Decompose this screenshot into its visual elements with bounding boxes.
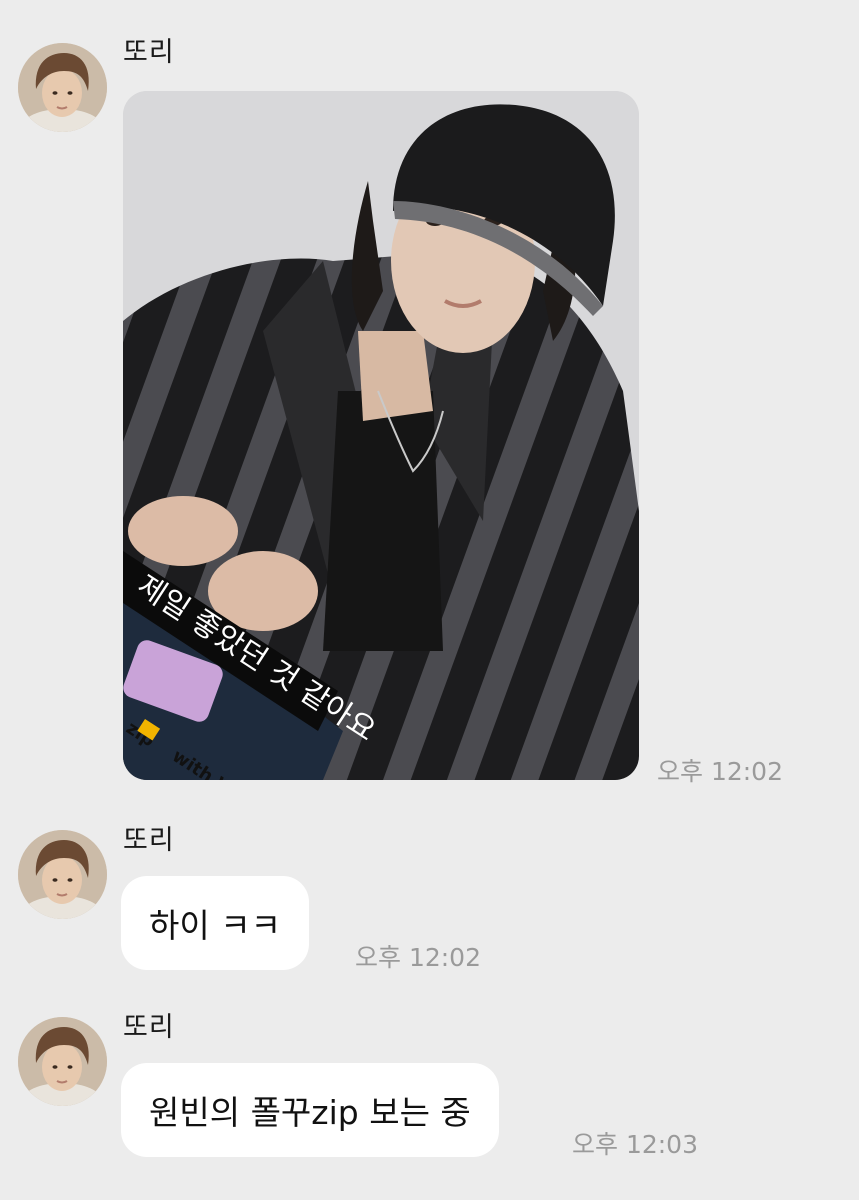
sender-name: 또리 — [123, 1012, 175, 1043]
sender-avatar[interactable] — [18, 43, 107, 132]
message-bubble[interactable]: 하이 ㅋㅋ — [121, 876, 309, 970]
sender-avatar[interactable] — [18, 1017, 107, 1106]
avatar-image — [18, 830, 107, 919]
message-text: 원빈의 폴꾸zip 보는 중 — [149, 1093, 471, 1132]
sender-avatar[interactable] — [18, 830, 107, 919]
sender-name: 또리 — [123, 825, 175, 856]
avatar-image — [18, 1017, 107, 1106]
sender-name: 또리 — [123, 37, 175, 68]
message-time: 오후 12:02 — [355, 943, 481, 972]
message-text: 하이 ㅋㅋ — [149, 906, 281, 945]
message-time: 오후 12:03 — [572, 1130, 698, 1159]
message-time: 오후 12:02 — [657, 757, 783, 786]
message-bubble[interactable]: 원빈의 폴꾸zip 보는 중 — [121, 1063, 499, 1157]
avatar-image — [18, 43, 107, 132]
shared-photo[interactable]: 제일 좋았던 것 같아요 zip with W — [123, 91, 639, 780]
photo-image: 제일 좋았던 것 같아요 zip with W — [123, 91, 639, 780]
